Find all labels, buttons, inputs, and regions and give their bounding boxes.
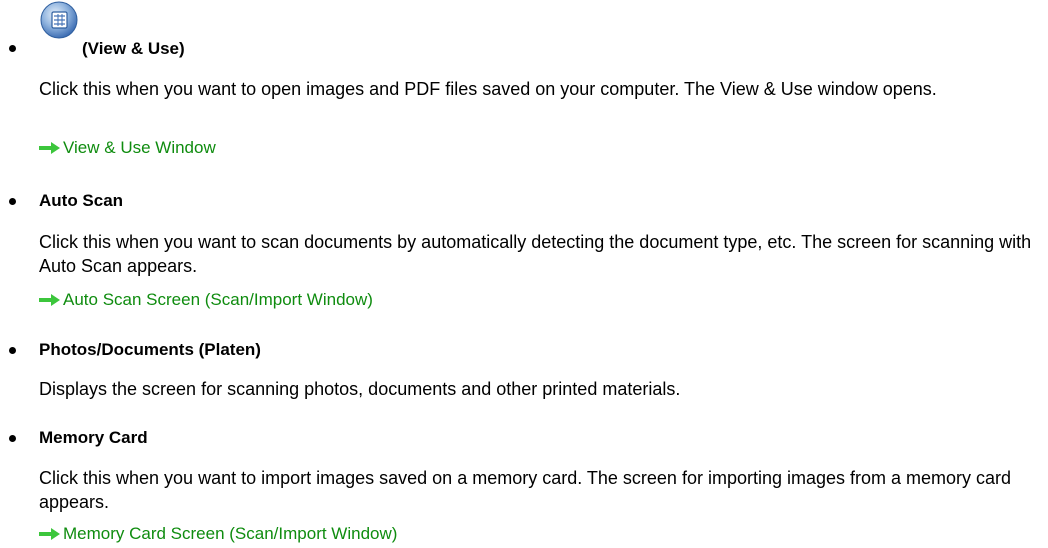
view-and-use-icon[interactable]	[39, 0, 79, 40]
item-description: Click this when you want to open images …	[39, 79, 937, 99]
arrow-right-icon	[39, 528, 60, 540]
list-item-view-and-use: (View & Use) Click this when you want to…	[0, 0, 1048, 160]
link-label: Auto Scan Screen (Scan/Import Window)	[63, 290, 373, 309]
item-title: Photos/Documents (Platen)	[39, 340, 261, 359]
list-item-auto-scan: Auto Scan Click this when you want to sc…	[0, 180, 1048, 320]
link-label: View & Use Window	[63, 138, 216, 157]
bullet	[9, 198, 16, 205]
item-description: Displays the screen for scanning photos,…	[39, 379, 681, 399]
arrow-right-icon	[39, 294, 60, 306]
item-title: (View & Use)	[82, 39, 185, 58]
item-description: Click this when you want to import image…	[39, 468, 1012, 512]
list-item-memory-card: Memory Card Click this when you want to …	[0, 400, 1048, 548]
item-description: Click this when you want to scan documen…	[39, 232, 1032, 276]
memory-card-screen-link[interactable]: Memory Card Screen (Scan/Import Window)	[39, 523, 397, 545]
list-item-photos-documents-platen: Photos/Documents (Platen) Displays the s…	[0, 327, 1048, 399]
bullet	[9, 45, 16, 52]
item-title: Auto Scan	[39, 191, 124, 210]
bullet	[9, 347, 16, 354]
bullet	[9, 435, 16, 442]
arrow-right-icon	[39, 142, 60, 154]
item-title: Memory Card	[39, 428, 148, 447]
view-and-use-window-link[interactable]: View & Use Window	[39, 137, 216, 159]
auto-scan-screen-link[interactable]: Auto Scan Screen (Scan/Import Window)	[39, 289, 373, 311]
link-label: Memory Card Screen (Scan/Import Window)	[63, 524, 398, 543]
